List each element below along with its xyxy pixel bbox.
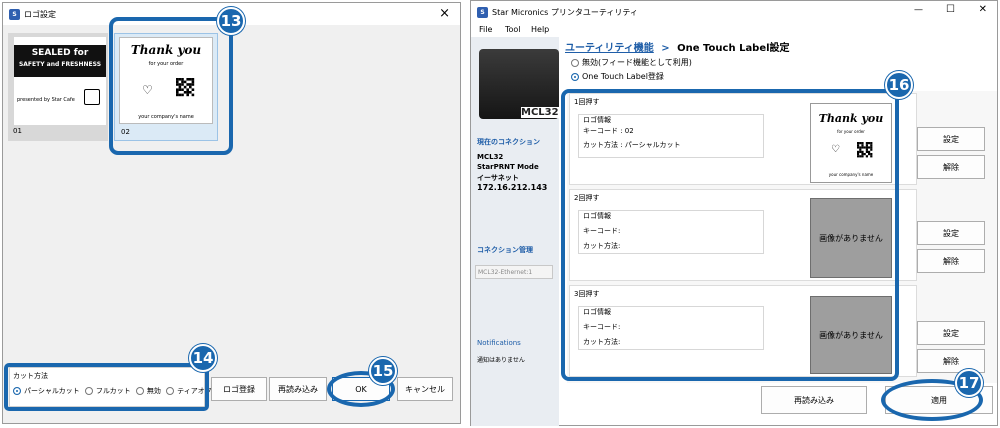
- menu-help[interactable]: Help: [531, 25, 549, 34]
- menu-tool[interactable]: Tool: [505, 25, 521, 34]
- set-button-3[interactable]: 設定: [917, 321, 985, 345]
- app-icon: S: [9, 8, 20, 20]
- breadcrumb: ユーティリティ機能 > One Touch Label設定: [565, 39, 790, 54]
- highlight-16: [561, 89, 899, 381]
- conn-mgmt-heading: コネクション管理: [477, 246, 533, 254]
- reload-button[interactable]: 再読み込み: [761, 386, 867, 414]
- set-button-2[interactable]: 設定: [917, 221, 985, 245]
- connection-select[interactable]: MCL32-Ethernet:1: [475, 265, 553, 279]
- radio-register-row[interactable]: One Touch Label登録: [571, 71, 664, 82]
- sealed-banner: SEALED for SAFETY and FRESHNESS: [14, 45, 106, 77]
- step-badge-13: 13: [217, 7, 245, 35]
- step-badge-16: 16: [885, 71, 913, 99]
- sidebar: MCL32 現在のコネクション MCL32 StarPRNT Mode イーサネ…: [471, 37, 559, 426]
- printer-utility-window: S Star Micronics プリンタユーティリティ — ☐ ✕ File …: [470, 0, 998, 426]
- thumb-index-01: 01: [13, 127, 22, 135]
- conn-interface: イーサネット: [477, 174, 519, 182]
- conn-ip: 172.16.212.143: [477, 183, 548, 192]
- app-icon: S: [477, 6, 488, 18]
- set-button-1[interactable]: 設定: [917, 127, 985, 151]
- logo-thumbnail-01[interactable]: SEALED for SAFETY and FRESHNESS presente…: [8, 33, 108, 141]
- presented-by: presented by Star Cafe: [17, 97, 75, 103]
- utility-titlebar: S Star Micronics プリンタユーティリティ — ☐ ✕: [471, 1, 997, 23]
- printer-model-label: MCL32: [521, 107, 559, 118]
- notifications-message: 通知はありません: [477, 357, 525, 364]
- step-badge-14: 14: [189, 344, 217, 372]
- highlight-13: [109, 17, 233, 155]
- sealed-line1: SEALED for: [31, 48, 89, 58]
- step-badge-17: 17: [955, 369, 983, 397]
- breadcrumb-current: One Touch Label設定: [677, 43, 790, 54]
- current-connection-heading: 現在のコネクション: [477, 138, 540, 146]
- cancel-button[interactable]: キャンセル: [397, 377, 453, 401]
- close-icon[interactable]: ✕: [979, 4, 987, 15]
- reload-button[interactable]: 再読み込み: [269, 377, 327, 401]
- maximize-icon[interactable]: ☐: [946, 4, 955, 15]
- breadcrumb-parent[interactable]: ユーティリティ機能: [565, 43, 654, 54]
- minimize-icon[interactable]: —: [914, 5, 923, 15]
- radio-disable-label: 無効(フィード機能として利用): [582, 58, 692, 67]
- breadcrumb-separator: >: [661, 43, 670, 54]
- cafe-bag-icon: [84, 89, 100, 105]
- radio-dot: [571, 58, 579, 67]
- thumb-image: SEALED for SAFETY and FRESHNESS presente…: [14, 37, 106, 125]
- close-icon[interactable]: ×: [439, 6, 450, 21]
- window-title: ロゴ設定: [24, 9, 56, 19]
- conn-model: MCL32: [477, 153, 504, 161]
- conn-mode: StarPRNT Mode: [477, 163, 539, 171]
- radio-register-label: One Touch Label登録: [582, 72, 664, 81]
- step-badge-15: 15: [369, 357, 397, 385]
- window-title: Star Micronics プリンタユーティリティ: [492, 7, 638, 17]
- highlight-14: [4, 363, 209, 411]
- menu-bar: File Tool Help: [471, 23, 997, 37]
- clear-button-1[interactable]: 解除: [917, 155, 985, 179]
- radio-disable-row[interactable]: 無効(フィード機能として利用): [571, 57, 692, 68]
- radio-dot-on: [571, 72, 579, 81]
- connection-select-value: MCL32-Ethernet:1: [478, 269, 533, 276]
- clear-button-2[interactable]: 解除: [917, 249, 985, 273]
- notifications-heading: Notifications: [477, 339, 521, 347]
- logo-register-button[interactable]: ロゴ登録: [211, 377, 267, 401]
- menu-file[interactable]: File: [479, 25, 492, 34]
- logo-settings-window: S ロゴ設定 × SEALED for SAFETY and FRESHNESS…: [2, 2, 461, 424]
- sealed-line2: SAFETY and FRESHNESS: [18, 61, 102, 68]
